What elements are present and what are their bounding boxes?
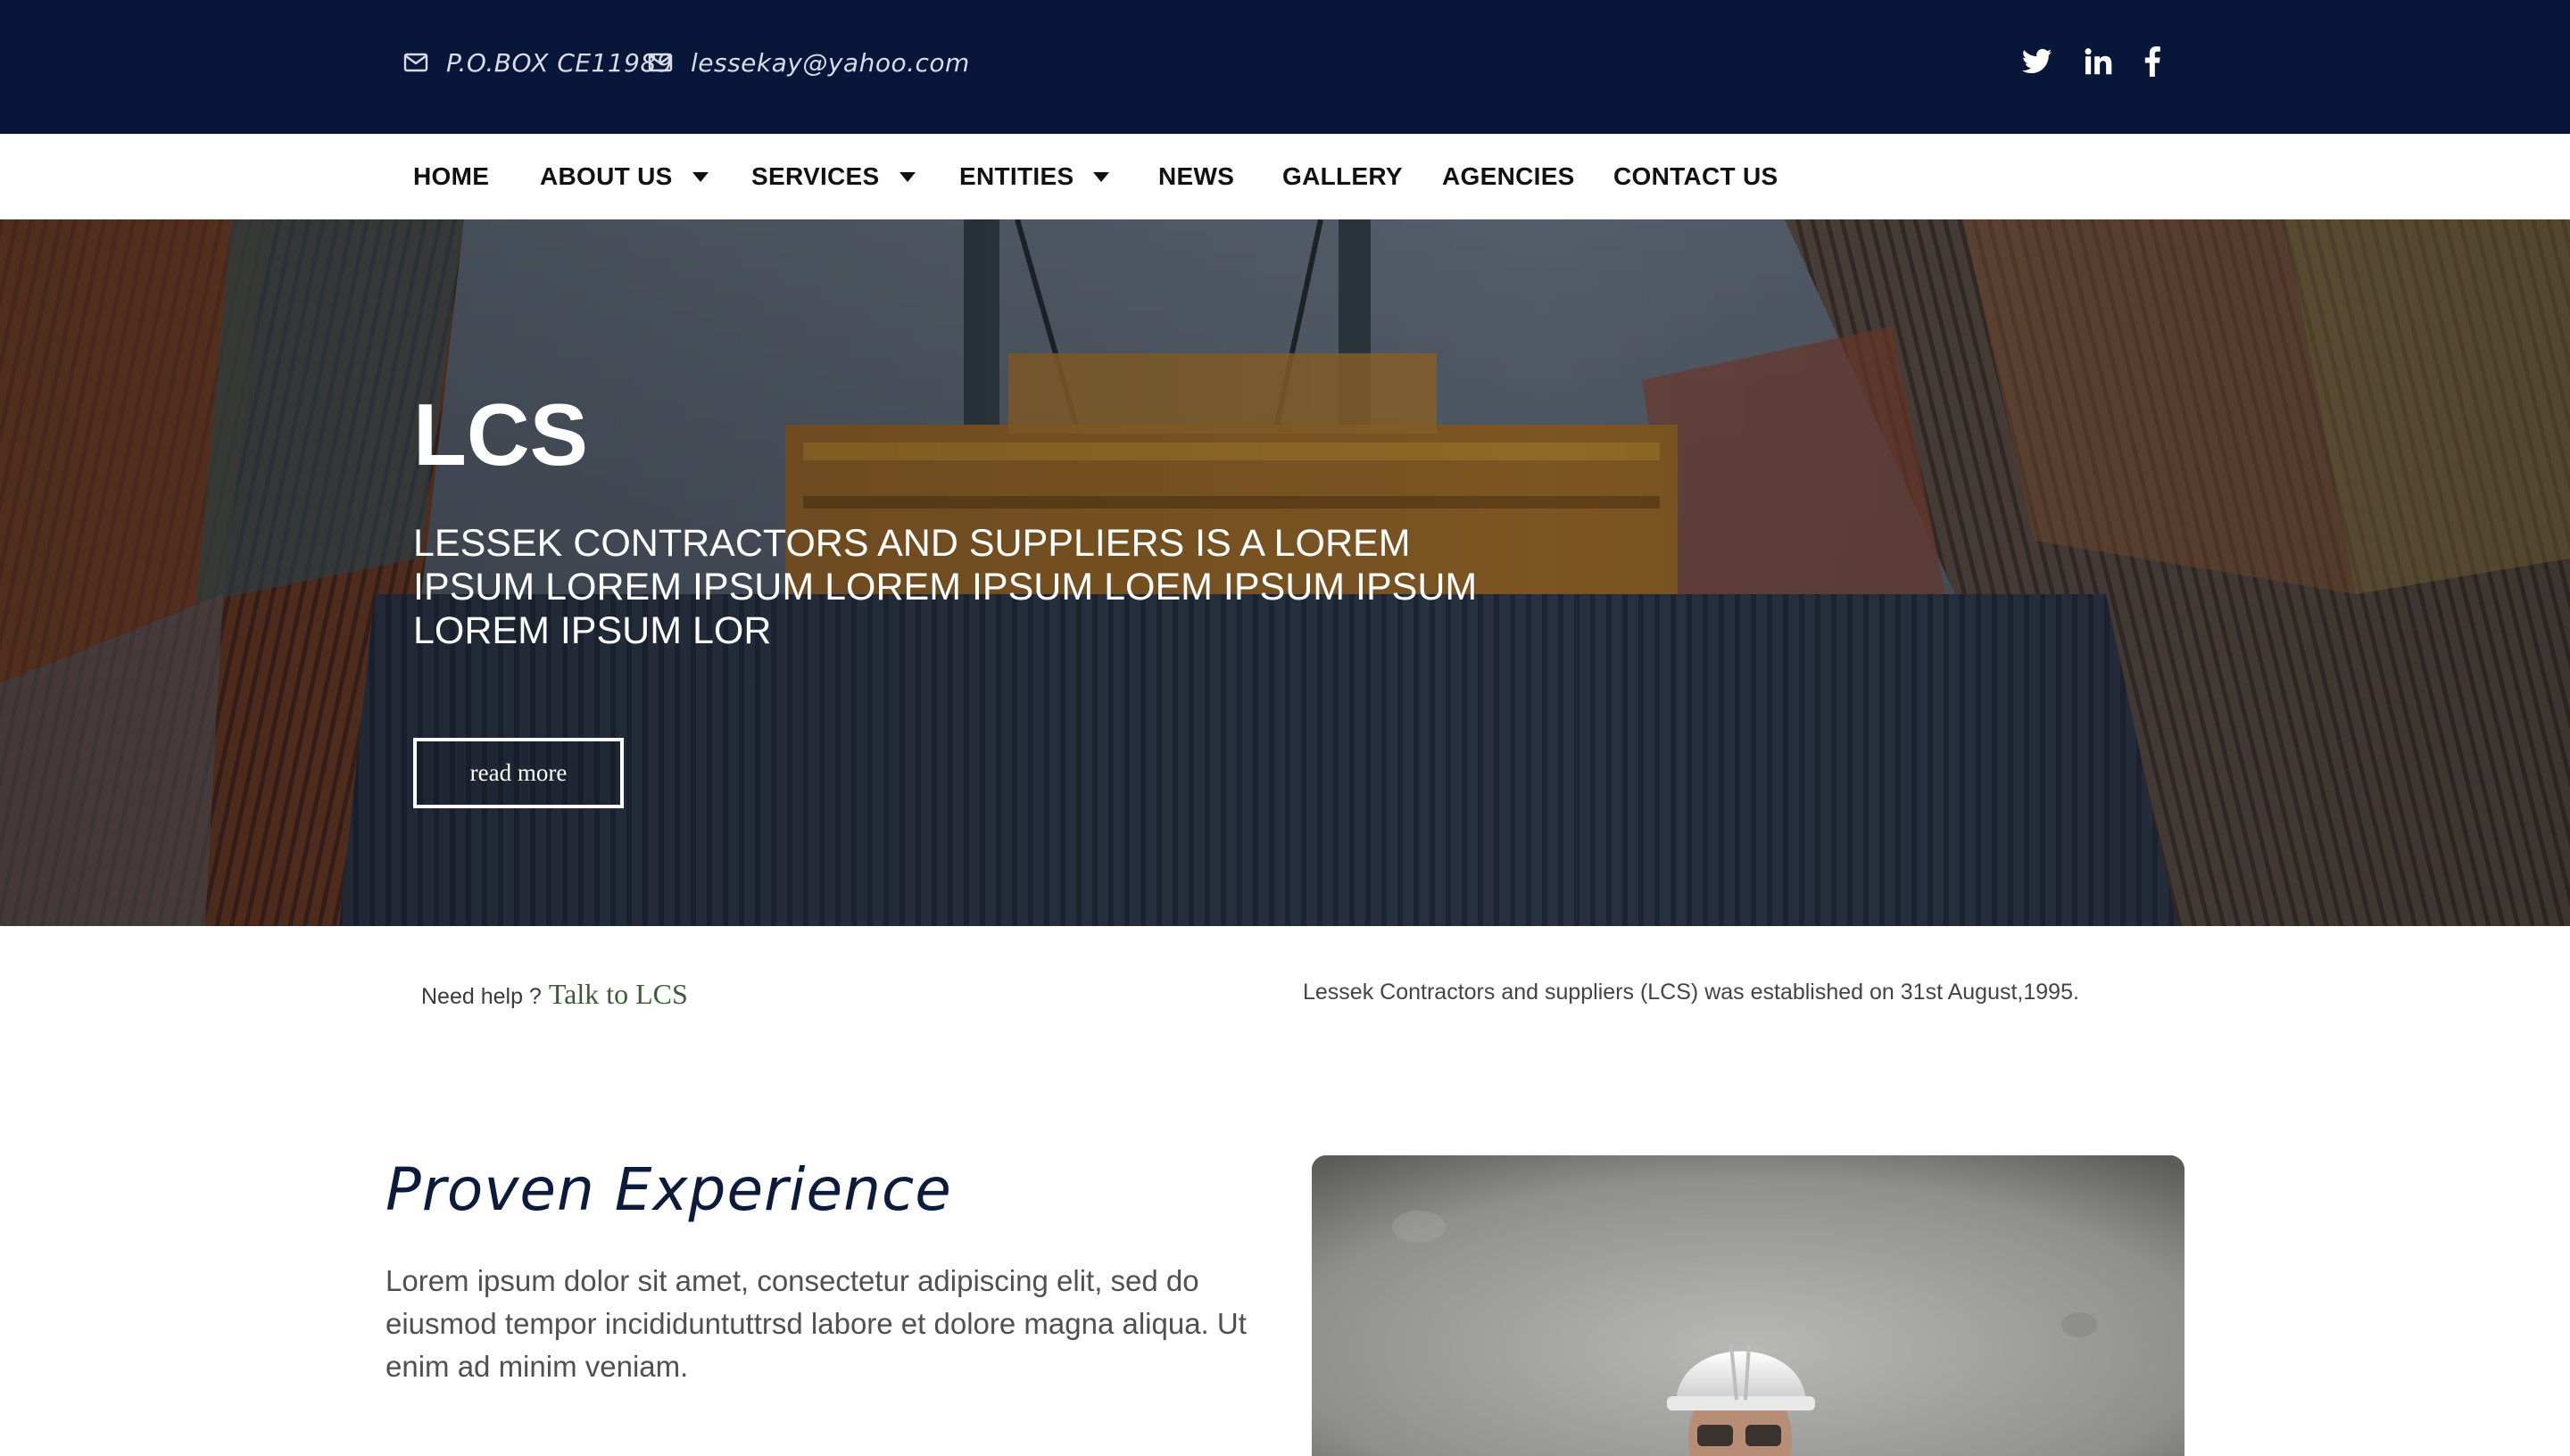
linkedin-icon[interactable] (2085, 48, 2113, 75)
talk-to-lcs-link[interactable]: Talk to LCS (549, 978, 688, 1011)
help-label: Need help ? (421, 984, 542, 1009)
engineer-photo (1312, 1155, 2184, 1456)
nav-label[interactable]: ABOUT US (540, 162, 673, 191)
hero-banner: LCS LESSEK CONTRACTORS AND SUPPLIERS IS … (0, 219, 2570, 926)
read-more-button[interactable]: read more (413, 738, 624, 808)
hero-subtitle: LESSEK CONTRACTORS AND SUPPLIERS IS A LO… (413, 522, 1478, 652)
caret-down-icon[interactable] (899, 171, 916, 182)
email-text[interactable]: lessekay@yahoo.com (691, 48, 970, 78)
main-navigation: HOME ABOUT US SERVICES ENTITIES NEWS GAL… (0, 134, 2570, 219)
read-more-label[interactable]: read more (470, 759, 568, 787)
caret-down-icon[interactable] (1093, 171, 1110, 182)
envelope-icon (403, 53, 428, 72)
help-line: Need help ? Talk to LCS (421, 978, 688, 1011)
facebook-link[interactable] (2143, 43, 2161, 80)
linkedin-link[interactable] (2085, 43, 2113, 80)
envelope-icon (648, 53, 673, 72)
twitter-link[interactable] (2022, 43, 2052, 80)
nav-contact-us[interactable]: CONTACT US (1613, 134, 1778, 219)
nav-entities[interactable]: ENTITIES (959, 134, 1110, 219)
nav-label[interactable]: NEWS (1158, 162, 1234, 191)
nav-label[interactable]: GALLERY (1282, 162, 1403, 191)
email-contact[interactable]: lessekay@yahoo.com (648, 45, 970, 80)
nav-news[interactable]: NEWS (1158, 134, 1234, 219)
nav-label[interactable]: AGENCIES (1442, 162, 1575, 191)
caret-down-icon[interactable] (692, 171, 709, 182)
nav-services[interactable]: SERVICES (751, 134, 916, 219)
section-title: Proven Experience (386, 1155, 952, 1224)
nav-label[interactable]: HOME (413, 162, 489, 191)
nav-agencies[interactable]: AGENCIES (1442, 134, 1575, 219)
nav-label[interactable]: SERVICES (751, 162, 880, 191)
engineer-with-hardhat-image (1312, 1155, 2184, 1456)
nav-label[interactable]: CONTACT US (1613, 162, 1778, 191)
nav-home[interactable]: HOME (413, 134, 489, 219)
pobox-text: P.O.BOX CE11989 (446, 47, 674, 78)
section-body: Lorem ipsum dolor sit amet, consectetur … (386, 1264, 1247, 1383)
established-text: Lessek Contractors and suppliers (LCS) w… (1303, 980, 2079, 1005)
hero-title: LCS (413, 385, 588, 484)
nav-about-us[interactable]: ABOUT US (540, 134, 709, 219)
nav-label[interactable]: ENTITIES (959, 162, 1074, 191)
pobox-contact: P.O.BOX CE11989 (403, 45, 673, 80)
facebook-icon[interactable] (2143, 46, 2161, 77)
nav-gallery[interactable]: GALLERY (1282, 134, 1403, 219)
top-contact-bar: P.O.BOX CE11989 lessekay@yahoo.com (0, 0, 2570, 134)
twitter-icon[interactable] (2022, 48, 2052, 75)
